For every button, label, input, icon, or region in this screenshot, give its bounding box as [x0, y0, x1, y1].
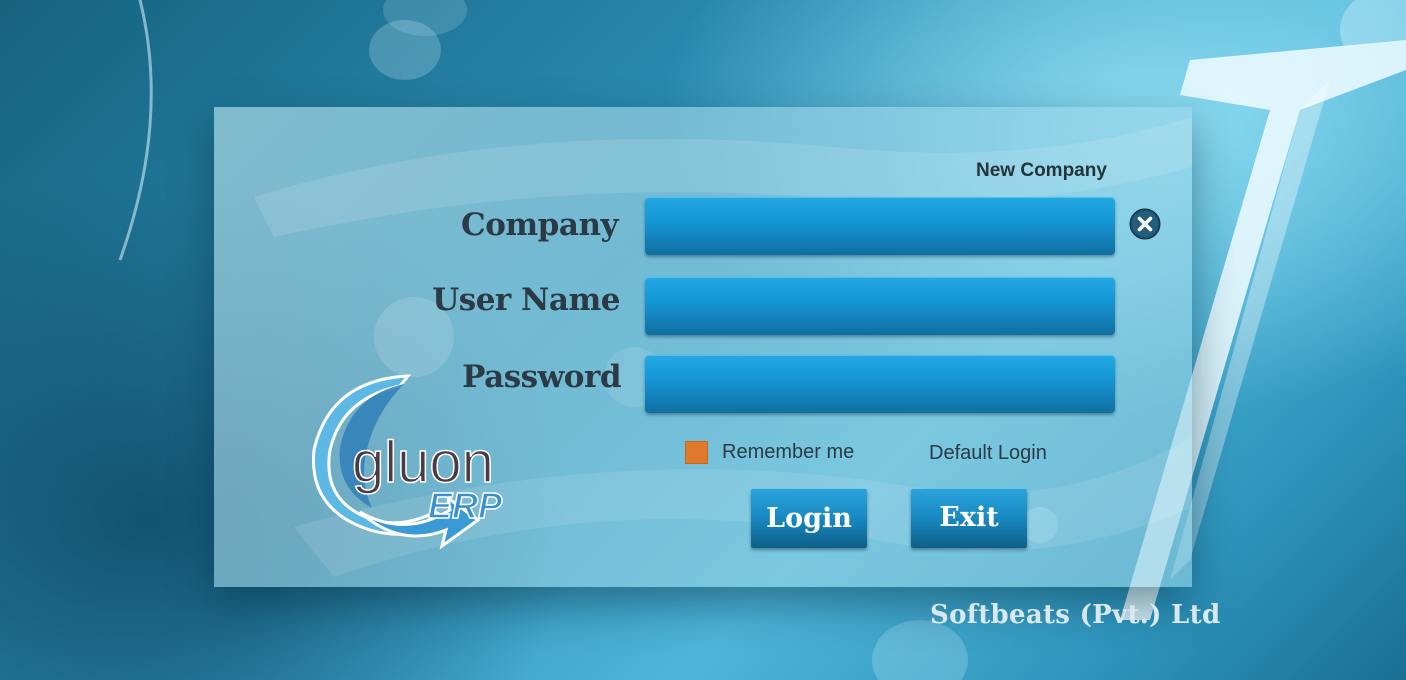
new-company-link[interactable]: New Company	[976, 160, 1107, 182]
footer-company-name: Softbeats (Pvt.) Ltd	[930, 600, 1221, 630]
remember-me-label: Remember me	[722, 441, 855, 463]
remember-me-checkbox[interactable]	[685, 441, 708, 464]
company-input[interactable]	[645, 197, 1115, 255]
remember-me-toggle[interactable]: Remember me	[685, 441, 854, 464]
username-field-wrapper	[645, 277, 1115, 335]
default-login-link[interactable]: Default Login	[929, 442, 1047, 465]
logo-suffix: ERP	[428, 485, 503, 526]
exit-button[interactable]: Exit	[911, 489, 1027, 548]
username-label: User Name	[432, 282, 620, 318]
company-label: Company	[461, 207, 618, 243]
login-button[interactable]: Login	[751, 489, 867, 548]
company-field-wrapper	[645, 197, 1115, 255]
password-field-wrapper	[645, 355, 1115, 413]
username-input[interactable]	[645, 277, 1115, 335]
gluon-erp-logo: gluon ERP	[311, 374, 504, 550]
clear-company-icon[interactable]	[1129, 208, 1161, 240]
password-input[interactable]	[645, 355, 1115, 413]
